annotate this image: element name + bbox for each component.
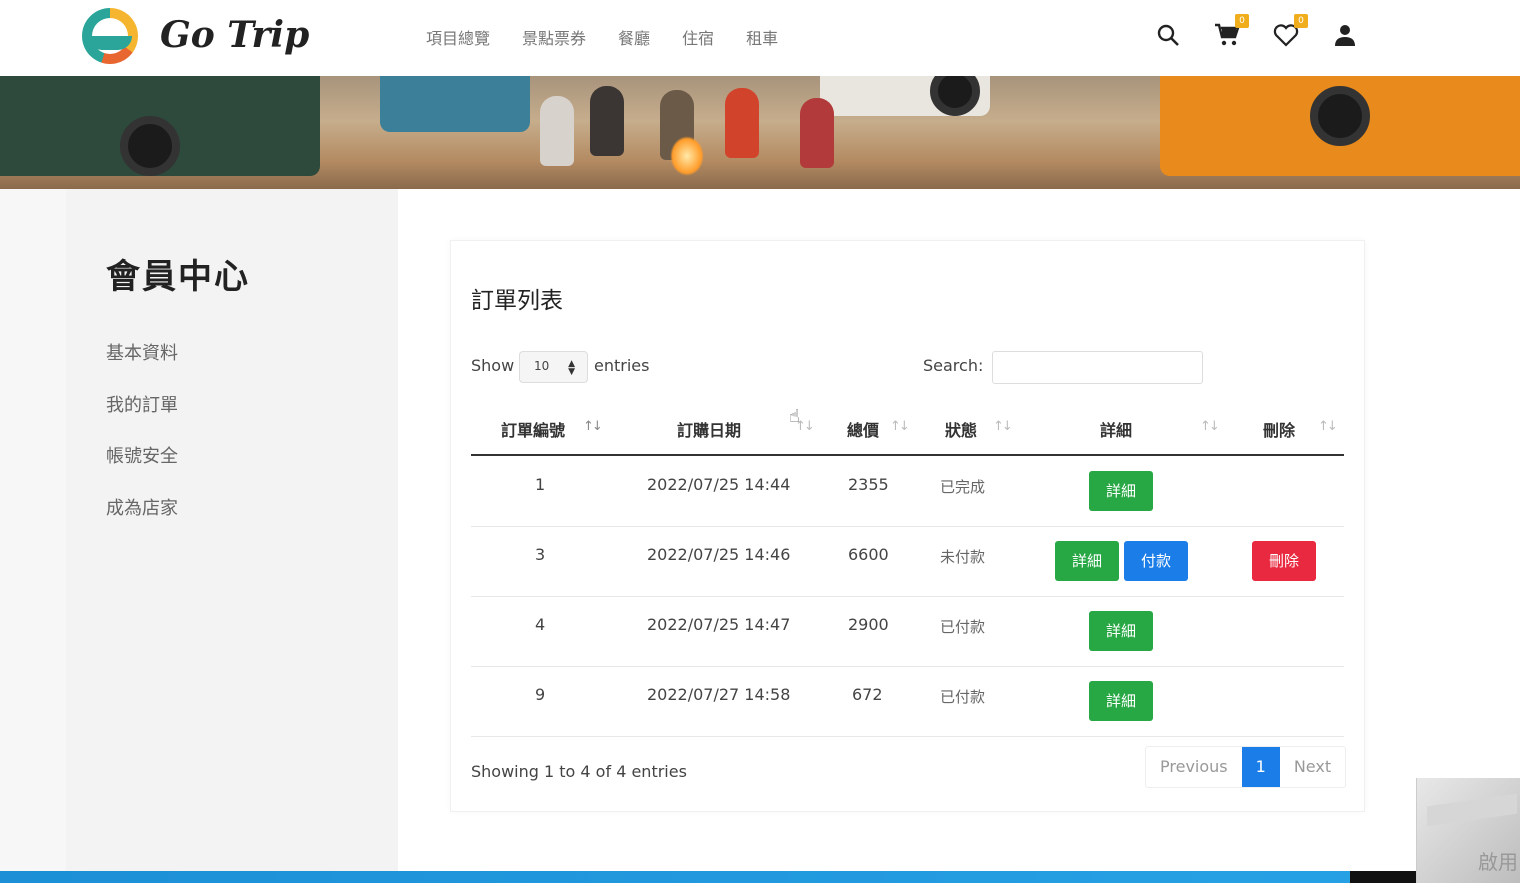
order-pay-button[interactable]: 付款 [1124, 541, 1188, 581]
user-icon[interactable] [1331, 20, 1359, 50]
row-divider [471, 526, 1344, 527]
heart-icon[interactable]: 0 [1272, 14, 1308, 50]
column-header-status[interactable]: 狀態 [945, 417, 977, 441]
column-header-order-date[interactable]: 訂購日期 [677, 417, 741, 441]
row-divider [471, 666, 1344, 667]
order-status-cell: 未付款 [940, 548, 986, 566]
select-arrows-icon: ▲ ▼ [568, 359, 575, 377]
nav-item-restaurants[interactable]: 餐廳 [618, 25, 650, 49]
brand-name[interactable]: Go Trip [160, 14, 309, 56]
member-sidebar: 會員中心 基本資料 我的訂單 帳號安全 成為店家 [66, 189, 398, 883]
page-size-value: 10 [534, 359, 550, 373]
top-navbar: Go Trip 項目總覽 景點票券 餐廳 住宿 租車 0 0 [0, 0, 1520, 76]
order-date-cell: 2022/07/25 14:47 [647, 615, 791, 634]
cart-count-badge: 0 [1235, 14, 1249, 28]
mouse-pointer-icon: ☝ [789, 406, 800, 427]
sidebar-item-my-orders[interactable]: 我的訂單 [106, 391, 178, 417]
pagination: Previous 1 Next [1145, 746, 1347, 788]
order-date-cell: 2022/07/27 14:58 [647, 685, 791, 704]
bottom-bar [0, 871, 1520, 883]
order-id-cell: 9 [535, 685, 546, 704]
column-header-delete[interactable]: 刪除 [1263, 417, 1295, 441]
order-id-cell: 1 [535, 475, 546, 494]
corner-text: 啟用 [1478, 850, 1518, 874]
order-total-cell: 2355 [848, 475, 889, 494]
entries-label: entries [594, 356, 650, 375]
order-total-cell: 672 [852, 685, 883, 704]
nav-item-lodging[interactable]: 住宿 [682, 25, 714, 49]
order-detail-button[interactable]: 詳細 [1089, 681, 1153, 721]
sort-icon: ↑↓ [890, 419, 910, 434]
search-label: Search: [923, 356, 984, 375]
table-header-divider [471, 454, 1344, 456]
order-date-cell: 2022/07/25 14:44 [647, 475, 791, 494]
row-divider [471, 736, 1344, 737]
order-id-cell: 3 [535, 545, 546, 564]
wishlist-count-badge: 0 [1294, 14, 1308, 28]
pagination-page-current[interactable]: 1 [1241, 747, 1280, 787]
column-header-details[interactable]: 詳細 [1100, 417, 1132, 441]
hero-banner-image [0, 76, 1520, 189]
order-detail-button[interactable]: 詳細 [1089, 471, 1153, 511]
nav-item-car-rental[interactable]: 租車 [746, 25, 778, 49]
row-divider [471, 596, 1344, 597]
order-status-cell: 已付款 [940, 688, 986, 706]
column-header-total[interactable]: 總價 [847, 417, 879, 441]
sort-icon: ↑↓ [583, 419, 603, 434]
cart-icon[interactable]: 0 [1213, 14, 1249, 50]
sort-icon: ↑↓ [993, 419, 1013, 434]
order-status-cell: 已付款 [940, 618, 986, 636]
main-nav: 項目總覽 景點票券 餐廳 住宿 租車 [426, 25, 810, 49]
order-total-cell: 6600 [848, 545, 889, 564]
sort-icon: ↑↓ [1318, 419, 1338, 434]
pagination-next[interactable]: Next [1280, 747, 1345, 787]
page-title: 訂單列表 [471, 288, 563, 314]
table-info-text: Showing 1 to 4 of 4 entries [471, 762, 687, 781]
sidebar-title: 會員中心 [106, 257, 250, 297]
header-icons: 0 0 [1154, 14, 1390, 50]
sidebar-item-account-security[interactable]: 帳號安全 [106, 442, 178, 468]
column-header-order-id[interactable]: 訂單編號 [501, 417, 565, 441]
nav-item-overview[interactable]: 項目總覽 [426, 25, 490, 49]
sidebar-item-become-merchant[interactable]: 成為店家 [106, 494, 178, 520]
sort-icon: ↑↓ [1200, 419, 1220, 434]
order-delete-button[interactable]: 刪除 [1252, 541, 1316, 581]
sidebar-item-profile[interactable]: 基本資料 [106, 339, 178, 365]
order-status-cell: 已完成 [940, 478, 986, 496]
pagination-previous[interactable]: Previous [1146, 747, 1242, 787]
order-id-cell: 4 [535, 615, 546, 634]
order-date-cell: 2022/07/25 14:46 [647, 545, 791, 564]
search-input[interactable] [992, 351, 1203, 384]
nav-item-tickets[interactable]: 景點票券 [522, 25, 586, 49]
search-icon[interactable] [1154, 20, 1182, 50]
brand-logo-icon[interactable] [82, 8, 138, 64]
show-label: Show [471, 356, 515, 375]
order-detail-button[interactable]: 詳細 [1089, 611, 1153, 651]
order-detail-button[interactable]: 詳細 [1055, 541, 1119, 581]
order-total-cell: 2900 [848, 615, 889, 634]
page-size-select[interactable]: 10 ▲ ▼ [519, 351, 588, 383]
